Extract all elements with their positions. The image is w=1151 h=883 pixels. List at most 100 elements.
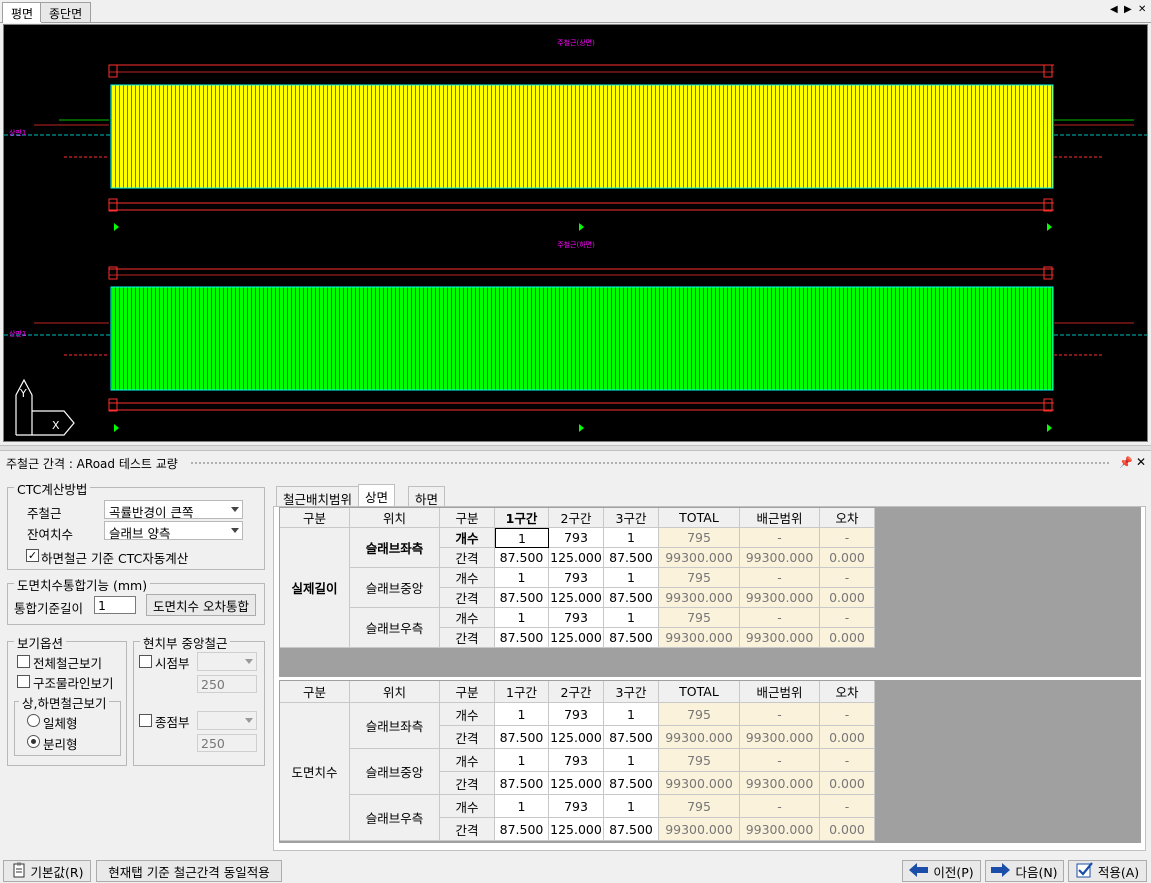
table-cell[interactable]: 1: [604, 795, 659, 818]
top-rebar-area[interactable]: [110, 84, 1054, 189]
struct-line-checkbox[interactable]: [17, 675, 30, 688]
table-cell[interactable]: 1: [495, 568, 549, 588]
table-cell[interactable]: 1: [495, 749, 549, 772]
default-button[interactable]: 기본값(R): [3, 860, 91, 882]
table-cell[interactable]: 1: [604, 528, 659, 548]
tab-rebar-range[interactable]: 철근배치범위: [276, 486, 360, 507]
column-header: 오차: [820, 508, 875, 528]
table-cell[interactable]: 87.500: [495, 726, 549, 749]
table-cell[interactable]: 87.500: [604, 772, 659, 795]
base-length-input[interactable]: 1: [94, 596, 136, 614]
table-cell: -: [740, 703, 820, 726]
panel-splitter[interactable]: [0, 445, 1151, 451]
table-cell[interactable]: 87.500: [604, 588, 659, 608]
integrated-radio[interactable]: [27, 714, 40, 727]
table-cell[interactable]: 87.500: [604, 726, 659, 749]
ctc-group-title: CTC계산방법: [14, 479, 91, 498]
main-rebar-select[interactable]: 곡률반경이 큰쪽: [104, 500, 243, 519]
table-cell: 795: [659, 795, 740, 818]
center-group-title: 현치부 중앙철근: [140, 633, 231, 652]
table-cell[interactable]: 125.000: [549, 818, 604, 841]
table-cell[interactable]: 793: [549, 795, 604, 818]
column-header: 1구간: [495, 508, 549, 528]
table-cell[interactable]: 793: [549, 608, 604, 628]
position-label: 슬래브중앙: [350, 749, 440, 795]
top-drawing-title: 주철근(상면): [557, 38, 595, 47]
table-cell: 개수: [440, 749, 495, 772]
table-cell[interactable]: 87.500: [495, 818, 549, 841]
table-cell: 99300.000: [659, 772, 740, 795]
next-button[interactable]: 다음(N): [985, 860, 1064, 882]
bottom-rebar-area[interactable]: [110, 286, 1054, 391]
tab-scroll-right-icon[interactable]: ▶: [1124, 4, 1132, 15]
table-cell: 99300.000: [740, 588, 820, 608]
table-cell[interactable]: 793: [549, 568, 604, 588]
table-cell[interactable]: 1: [495, 703, 549, 726]
prev-button[interactable]: 이전(P): [902, 860, 981, 882]
start-checkbox[interactable]: [139, 655, 152, 668]
drawing-canvas[interactable]: 주철근(상면) 주철근(하면) 상판1 상판1 Y X: [3, 24, 1148, 442]
table-cell: 0.000: [820, 628, 875, 648]
column-header: 위치: [350, 508, 440, 528]
column-header: 1구간: [495, 681, 549, 703]
apply-same-button[interactable]: 현재탭 기준 철근간격 동일적용: [96, 860, 282, 882]
table-cell[interactable]: 87.500: [495, 588, 549, 608]
table-cell[interactable]: 87.500: [604, 628, 659, 648]
close-icon[interactable]: ✕: [1136, 455, 1146, 469]
row-group-label: 도면치수: [280, 703, 350, 841]
table-cell[interactable]: 87.500: [604, 548, 659, 568]
position-label: 슬래브좌측: [350, 528, 440, 568]
start-value-input[interactable]: 250: [197, 675, 257, 693]
table-cell[interactable]: 793: [549, 749, 604, 772]
table-cell[interactable]: 125.000: [549, 772, 604, 795]
table-cell[interactable]: 125.000: [549, 548, 604, 568]
table-cell[interactable]: 125.000: [549, 588, 604, 608]
table-cell[interactable]: 1: [495, 795, 549, 818]
table-cell[interactable]: 87.500: [604, 818, 659, 841]
table-cell: 99300.000: [659, 548, 740, 568]
end-value-input[interactable]: 250: [197, 734, 257, 752]
remain-select[interactable]: 슬래브 양측: [104, 521, 243, 540]
table-cell[interactable]: 125.000: [549, 628, 604, 648]
separated-radio[interactable]: [27, 735, 40, 748]
table-cell[interactable]: 87.500: [495, 772, 549, 795]
tab-plan[interactable]: 평면: [2, 2, 43, 23]
panel-grip: [190, 461, 1110, 465]
table-cell[interactable]: 1: [604, 749, 659, 772]
table-cell[interactable]: 1: [495, 608, 549, 628]
table-cell[interactable]: 1: [604, 608, 659, 628]
main-rebar-label: 주철근: [27, 506, 62, 521]
table-cell[interactable]: 793: [549, 703, 604, 726]
end-select[interactable]: [197, 711, 257, 730]
tab-longitudinal[interactable]: 종단면: [40, 2, 92, 22]
table-cell[interactable]: 1: [604, 703, 659, 726]
all-rebar-checkbox[interactable]: [17, 655, 30, 668]
axis-y-label: Y: [19, 387, 27, 400]
table-cell[interactable]: 1: [604, 568, 659, 588]
column-header: 구분: [280, 508, 350, 528]
tab-top-face[interactable]: 상면: [358, 484, 396, 507]
tab-bottom-face[interactable]: 하면: [408, 486, 446, 507]
column-header: 구분: [280, 681, 350, 703]
column-header: TOTAL: [659, 681, 740, 703]
end-checkbox[interactable]: [139, 714, 152, 727]
column-header: 배근범위: [740, 508, 820, 528]
apply-button[interactable]: 적용(A): [1068, 860, 1147, 882]
table-cell[interactable]: 87.500: [495, 628, 549, 648]
table-cell[interactable]: 87.500: [495, 548, 549, 568]
table-cell[interactable]: 793: [549, 528, 604, 548]
tab-close-icon[interactable]: ✕: [1138, 4, 1146, 15]
table-cell[interactable]: 1: [495, 528, 549, 548]
auto-calc-checkbox[interactable]: ✓: [26, 549, 39, 562]
table-cell: -: [740, 795, 820, 818]
position-label: 슬래브우측: [350, 608, 440, 648]
table-cell: 99300.000: [659, 628, 740, 648]
table-cell[interactable]: 125.000: [549, 726, 604, 749]
pin-icon[interactable]: 📌: [1119, 456, 1133, 469]
start-select[interactable]: [197, 652, 257, 671]
dim-merge-button[interactable]: 도면치수 오차통합: [146, 594, 256, 616]
position-label: 슬래브좌측: [350, 703, 440, 749]
arrow-right-icon: [991, 862, 1011, 880]
remain-value: 슬래브 양측: [109, 526, 171, 540]
tab-scroll-left-icon[interactable]: ◀: [1110, 4, 1118, 15]
